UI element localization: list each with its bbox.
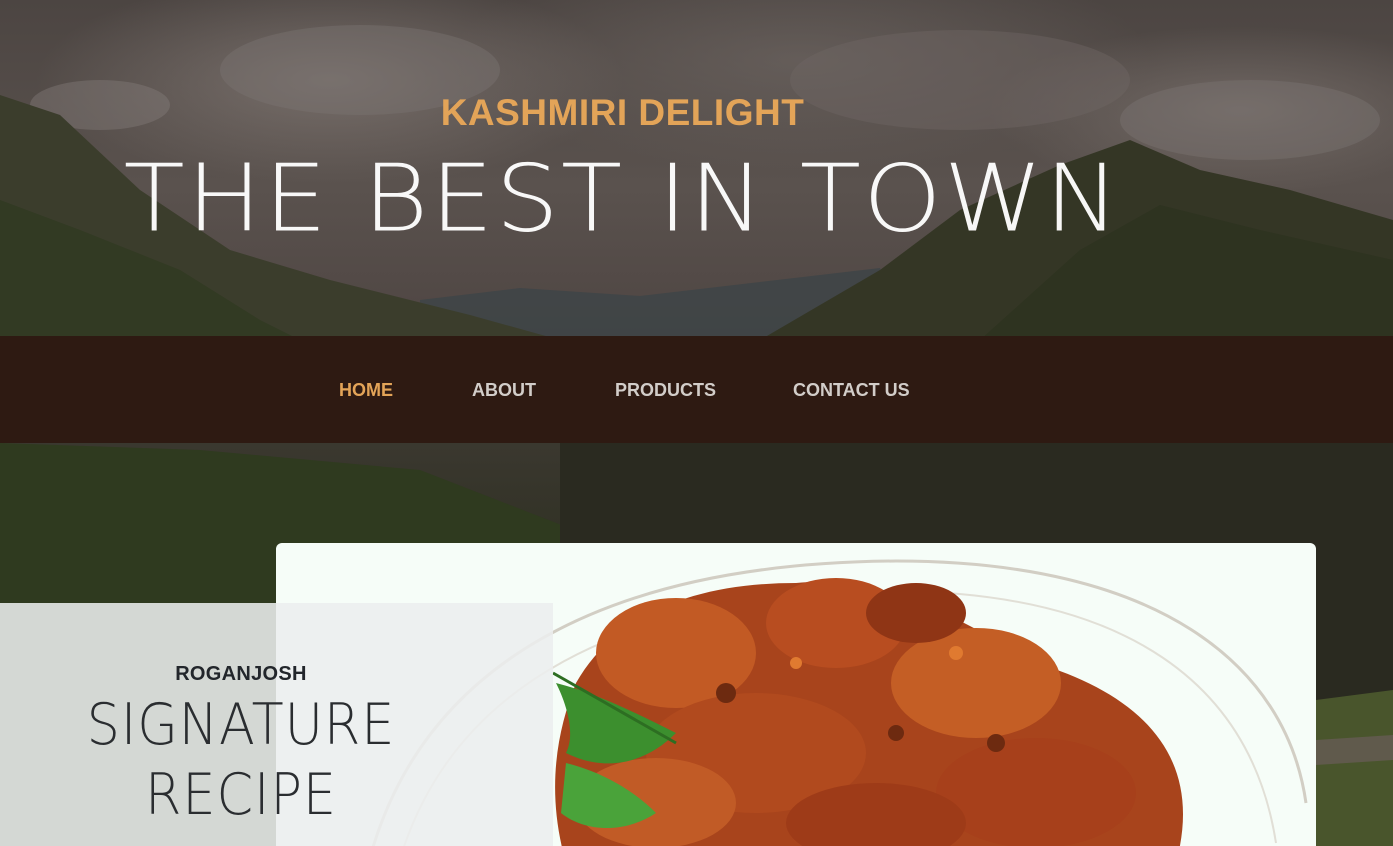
recipe-heading: SIGNATURE RECIPE (19, 690, 462, 830)
nav-home[interactable]: HOME (339, 380, 393, 401)
nav-products[interactable]: PRODUCTS (615, 380, 716, 401)
recipe-heading-line-1: SIGNATURE (86, 692, 396, 758)
main-navbar: HOME ABOUT PRODUCTS CONTACT US (0, 336, 1393, 443)
recipe-name: ROGANJOSH (175, 663, 307, 685)
brand-title: KASHMIRI DELIGHT (440, 92, 805, 133)
hero-tagline: THE BEST IN TOWN (123, 144, 1122, 253)
nav-contact-us[interactable]: CONTACT US (793, 380, 910, 401)
nav-about[interactable]: ABOUT (472, 380, 536, 401)
page: KASHMIRI DELIGHT THE BEST IN TOWN HOME A… (0, 0, 1393, 846)
recipe-heading-line-2: RECIPE (145, 762, 337, 828)
